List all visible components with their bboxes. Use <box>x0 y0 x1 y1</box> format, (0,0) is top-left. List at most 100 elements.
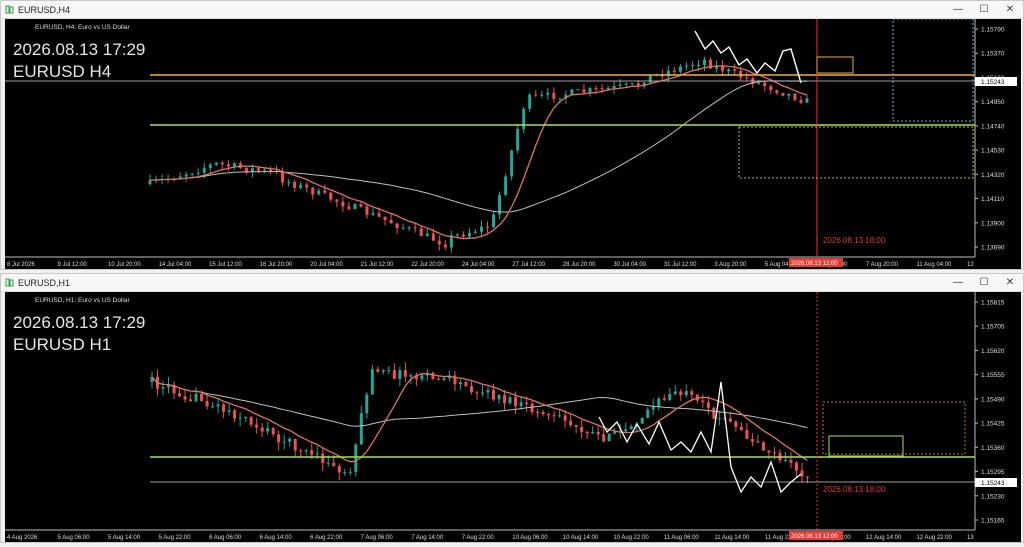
minimize-button[interactable]: — <box>945 277 971 288</box>
candle-body <box>668 393 672 400</box>
candle-body <box>458 382 462 385</box>
candle-body <box>552 92 556 99</box>
time-tick-label: 9 Jul 12:00 <box>58 262 88 268</box>
candle-body <box>516 129 520 151</box>
price-tick-label: 1.15620 <box>981 348 1005 355</box>
candle-body <box>326 462 330 464</box>
candle-body <box>299 450 303 452</box>
candle-body <box>672 70 676 72</box>
maximize-button[interactable]: ☐ <box>971 277 997 288</box>
candle-body <box>419 228 423 237</box>
overlay-datetime: 2026.08.13 17:29 <box>13 40 145 59</box>
candle-body <box>574 425 578 427</box>
price-tick-label: 1.14110 <box>981 196 1004 203</box>
candle-body <box>269 169 273 172</box>
chart-window-h4[interactable]: EURUSD,H4 — ☐ ✕ EURUSD, H4: Euro vs US D… <box>0 0 1024 270</box>
candle-body <box>629 426 633 430</box>
candle-body <box>528 94 532 109</box>
candle-body <box>194 393 198 401</box>
candle-body <box>305 184 309 188</box>
candle-body <box>420 375 424 380</box>
time-tick-label: 21 Jul 12:00 <box>361 262 394 268</box>
candle-body <box>540 94 544 96</box>
window-titlebar[interactable]: EURUSD,H4 — ☐ ✕ <box>1 1 1023 19</box>
candle-body <box>503 394 507 404</box>
candle-body <box>238 163 242 168</box>
candle-body <box>469 386 473 393</box>
price-tick-label: 1.15555 <box>981 372 1005 379</box>
price-tick-label: 1.15490 <box>981 396 1005 403</box>
candle-body <box>475 392 479 394</box>
time-tick-label: 10 Aug 14:00 <box>563 535 599 541</box>
candle-body <box>712 407 716 419</box>
price-tick-label: 1.14950 <box>981 99 1005 106</box>
candle-body <box>486 390 490 393</box>
candle-body <box>558 98 562 100</box>
candle-body <box>794 462 798 471</box>
candle-body <box>789 460 793 463</box>
candle-body <box>376 369 380 372</box>
candle-body <box>739 70 743 78</box>
candle-body <box>473 231 477 233</box>
time-tick-label: 12 Aug 22:00 <box>916 535 952 541</box>
overlay-symbol: EURUSD H1 <box>13 335 111 354</box>
close-button[interactable]: ✕ <box>997 4 1023 15</box>
time-tick-label: 8 Jul 2026 <box>7 262 35 268</box>
time-tick-label: 7 Aug 14:00 <box>411 535 444 541</box>
candle-body <box>310 450 314 455</box>
candle-body <box>464 382 468 387</box>
candle-body <box>618 84 622 86</box>
candle-body <box>703 59 707 66</box>
candle-body <box>266 428 270 432</box>
candle-body <box>359 204 363 207</box>
candle-body <box>377 213 381 217</box>
candle-body <box>288 438 292 442</box>
candle-body <box>662 398 666 400</box>
window-titlebar[interactable]: EURUSD,H1 — ☐ ✕ <box>1 274 1023 292</box>
candle-body <box>398 370 402 379</box>
price-tick-label: 1.15360 <box>981 445 1005 452</box>
candle-body <box>183 396 187 400</box>
chart-plot-h1[interactable]: EURUSD, H1: Euro vs US Dollar 2026.08.13 … <box>5 292 1021 542</box>
candle-body <box>739 427 743 431</box>
chart-plot-h4[interactable]: EURUSD, H4: Euro vs US Dollar 2026.08.13 … <box>5 18 1021 269</box>
price-tick-label: 1.15815 <box>981 300 1005 307</box>
candle-body <box>205 400 209 407</box>
time-tick-label: 27 Jul 12:00 <box>512 262 545 268</box>
candle-body <box>354 444 358 472</box>
candle-body <box>353 204 357 209</box>
candle-body <box>525 402 529 404</box>
candle-body <box>679 391 683 396</box>
minimize-button[interactable]: — <box>945 4 971 15</box>
candle-body <box>576 89 580 91</box>
candle-body <box>293 438 297 451</box>
candle-body <box>323 190 327 193</box>
candle-body <box>317 190 321 195</box>
candle-body <box>244 417 248 419</box>
candle-body <box>481 392 484 394</box>
candle-body <box>492 390 496 400</box>
candle-body <box>596 431 600 435</box>
close-button[interactable]: ✕ <box>997 277 1023 288</box>
candle-body <box>534 94 538 96</box>
candle-body <box>184 174 188 177</box>
time-tick-label: 10 Aug 06:00 <box>512 535 548 541</box>
candle-body <box>409 375 413 377</box>
time-tick-label: 30 Jul 04:00 <box>613 262 646 268</box>
price-tick-label: 1.14530 <box>981 148 1005 155</box>
candle-body <box>690 391 694 395</box>
candle-body <box>799 100 803 103</box>
candle-body <box>717 418 721 420</box>
maximize-button[interactable]: ☐ <box>971 4 997 15</box>
chart-canvas-h4[interactable]: EURUSD, H4: Euro vs US Dollar 2026.08.13 … <box>5 18 1021 269</box>
chart-window-h1[interactable]: EURUSD,H1 — ☐ ✕ EURUSD, H1: Euro vs US D… <box>0 273 1024 543</box>
candle-body <box>787 93 791 96</box>
candle-body <box>381 370 385 372</box>
candle-body <box>389 219 393 224</box>
candle-body <box>781 93 785 96</box>
current-price-label: 1.15243 <box>981 480 1005 487</box>
symbol-description: EURUSD, H4: Euro vs US Dollar <box>35 24 130 31</box>
time-tick-label: 11 Aug 04:00 <box>916 262 952 268</box>
candle-body <box>522 108 526 130</box>
chart-canvas-h1[interactable]: EURUSD, H1: Euro vs US Dollar 2026.08.13 … <box>5 292 1021 542</box>
